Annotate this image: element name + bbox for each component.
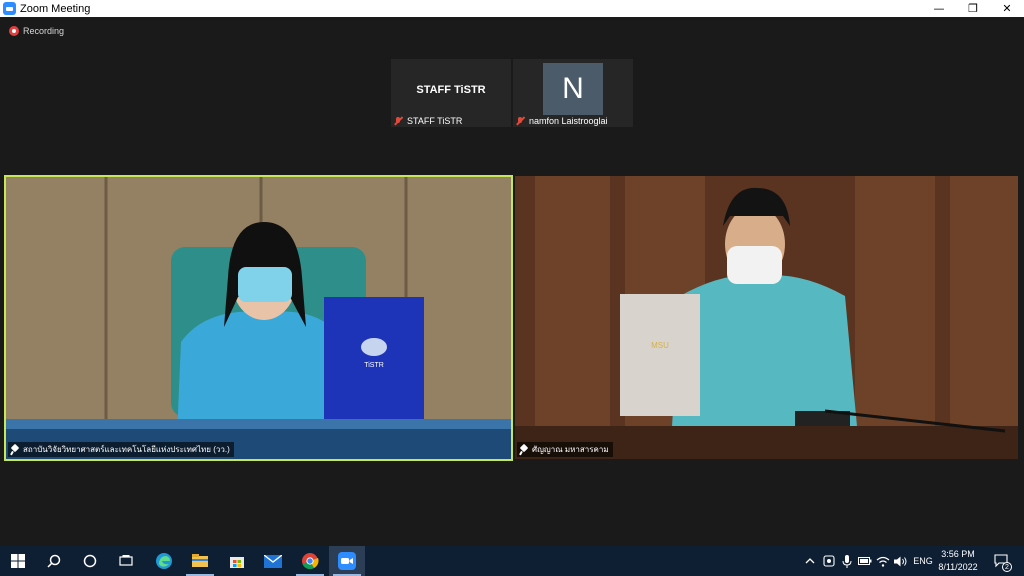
participant-name: STAFF TiSTR — [407, 116, 463, 126]
windows-taskbar: ENG 3:56 PM 8/11/2022 2 — [0, 546, 1024, 576]
video-participant-name: สถาบันวิจัยวิทยาศาสตร์และเทคโนโลยีแห่งปร… — [23, 445, 230, 454]
participant-name: namfon Laistrooglai — [529, 116, 608, 126]
notifications-count: 2 — [1002, 562, 1012, 572]
recording-indicator[interactable]: Recording — [9, 26, 64, 36]
taskbar-clock[interactable]: 3:56 PM 8/11/2022 — [932, 548, 984, 574]
meeting-area: Recording STAFF TiSTR STAFF TiSTR N namf… — [0, 17, 1024, 546]
recording-label: Recording — [23, 26, 65, 36]
window-title: Zoom Meeting — [20, 2, 91, 15]
video-feed-tistr: TiSTR — [6, 177, 511, 459]
cortana-icon[interactable] — [72, 546, 108, 576]
video-feed-msu: MSU — [515, 176, 1018, 459]
pin-icon — [519, 445, 529, 455]
window-titlebar: Zoom Meeting — ❐ ✕ — [0, 0, 1024, 17]
close-button[interactable]: ✕ — [990, 0, 1024, 17]
muted-mic-icon — [393, 116, 403, 126]
microphone-icon[interactable] — [838, 546, 856, 576]
meet-now-icon[interactable] — [820, 546, 838, 576]
windows-start-icon[interactable] — [0, 546, 36, 576]
wifi-icon[interactable] — [874, 546, 892, 576]
store-icon[interactable] — [219, 546, 255, 576]
participant-thumbnail-staff[interactable]: STAFF TiSTR STAFF TiSTR — [391, 59, 511, 127]
participant-thumbnail-namfon[interactable]: N namfon Laistrooglai — [513, 59, 633, 127]
file-explorer-icon[interactable] — [182, 546, 218, 576]
volume-icon[interactable] — [892, 546, 910, 576]
tray-overflow-icon[interactable] — [800, 546, 820, 576]
zoom-taskbar-icon[interactable] — [329, 546, 365, 576]
video-tile-tistr[interactable]: TiSTR สถาบันวิจัยวิทยาศาสตร์และเทคโนโลยี… — [4, 175, 513, 461]
recording-icon — [9, 26, 19, 36]
video-participant-name: ศัญญาณ มหาสารคาม — [532, 445, 609, 454]
participant-name-label: namfon Laistrooglai — [515, 116, 608, 126]
edge-icon[interactable] — [146, 546, 182, 576]
clock-time: 3:56 PM — [941, 549, 975, 559]
folder-logo-text: MSU — [651, 341, 669, 350]
clock-date: 8/11/2022 — [938, 562, 978, 572]
video-name-label: สถาบันวิจัยวิทยาศาสตร์และเทคโนโลยีแห่งปร… — [8, 442, 234, 457]
pin-icon — [10, 445, 20, 455]
battery-icon[interactable] — [856, 546, 874, 576]
video-name-label: ศัญญาณ มหาสารคาม — [517, 442, 613, 457]
window-controls: — ❐ ✕ — [922, 0, 1024, 17]
notifications-icon[interactable]: 2 — [988, 546, 1016, 576]
task-view-icon[interactable] — [108, 546, 144, 576]
maximize-button[interactable]: ❐ — [956, 0, 990, 17]
avatar: N — [543, 63, 603, 115]
search-icon[interactable] — [36, 546, 72, 576]
participant-name-label: STAFF TiSTR — [393, 116, 462, 126]
muted-mic-icon — [515, 116, 525, 126]
participant-display-name: STAFF TiSTR — [416, 84, 486, 96]
zoom-app-icon — [3, 2, 16, 15]
mail-icon[interactable] — [255, 546, 291, 576]
video-tile-msu[interactable]: MSU ศัญญาณ มหาสารคาม — [515, 176, 1018, 459]
folder-logo-text: TiSTR — [364, 362, 384, 369]
minimize-button[interactable]: — — [922, 0, 956, 17]
chrome-icon[interactable] — [292, 546, 328, 576]
